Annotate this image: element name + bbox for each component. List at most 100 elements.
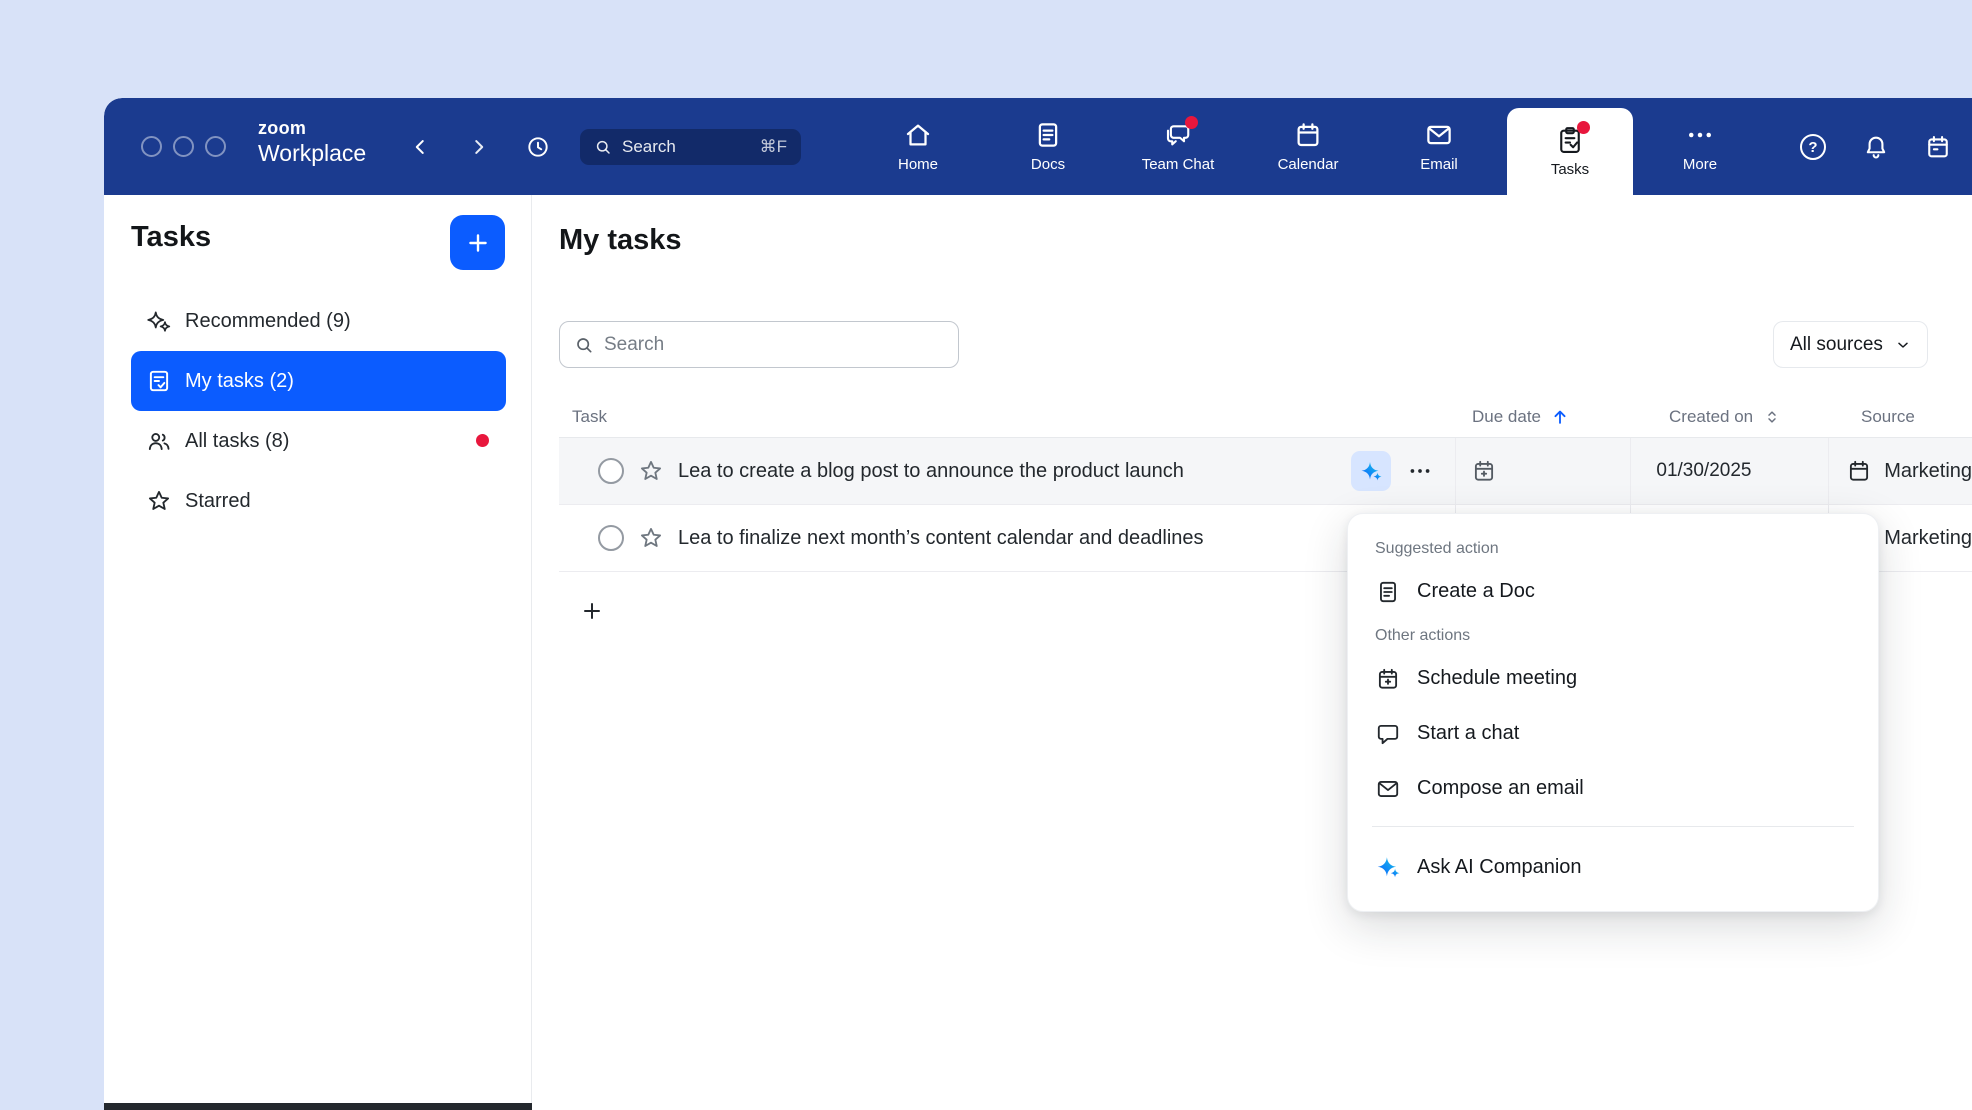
- popup-item-label: Ask AI Companion: [1417, 856, 1582, 879]
- nav-team-chat[interactable]: Team Chat: [1123, 98, 1233, 195]
- zoom-workplace-window: zoom Workplace Search ⌘F: [104, 98, 1972, 1110]
- nav-tasks-active[interactable]: Tasks: [1507, 108, 1633, 195]
- star-task-button[interactable]: [638, 458, 664, 484]
- sidebar-item-label: Starred: [185, 490, 251, 513]
- nav-label: Email: [1420, 156, 1458, 173]
- forward-button[interactable]: [463, 131, 495, 163]
- tasks-notification-dot: [1577, 121, 1590, 134]
- popup-item-schedule-meeting[interactable]: Schedule meeting: [1348, 651, 1878, 706]
- sidebar-item-all-tasks[interactable]: All tasks (8): [131, 411, 506, 471]
- envelope-icon: [1375, 776, 1401, 802]
- nav-label: Calendar: [1278, 156, 1339, 173]
- nav-calendar[interactable]: Calendar: [1253, 98, 1363, 195]
- team-chat-notification-dot: [1185, 116, 1198, 129]
- ai-sparkle-icon: [1375, 854, 1401, 880]
- nav-docs[interactable]: Docs: [993, 98, 1103, 195]
- sidebar-item-recommended[interactable]: Recommended (9): [131, 291, 506, 351]
- sidebar-item-label: My tasks (2): [185, 370, 294, 393]
- tasks-search-input[interactable]: [604, 334, 944, 356]
- plus-icon: [465, 230, 491, 256]
- doc-icon: [1375, 579, 1401, 605]
- nav-label: Home: [898, 156, 938, 173]
- task-row[interactable]: Lea to create a blog post to announce th…: [559, 438, 1972, 505]
- chevron-left-icon: [409, 136, 431, 158]
- add-task-inline-button[interactable]: [577, 596, 607, 626]
- column-header-due-date[interactable]: Due date: [1467, 407, 1644, 427]
- desktop-background: zoom Workplace Search ⌘F: [0, 0, 1972, 1110]
- nav-more[interactable]: More: [1645, 98, 1755, 195]
- window-control-circle[interactable]: [141, 136, 162, 157]
- window-control-circle[interactable]: [205, 136, 226, 157]
- star-icon: [146, 488, 172, 514]
- popup-item-label: Compose an email: [1417, 777, 1584, 800]
- sidebar-list: Recommended (9) My tasks (2) All tasks (…: [131, 291, 506, 531]
- task-title: Lea to create a blog post to announce th…: [678, 460, 1184, 483]
- source-value: Marketing: [1884, 460, 1972, 483]
- calendar-icon: [1293, 120, 1323, 150]
- new-task-button[interactable]: [450, 215, 505, 270]
- created-on-cell: 01/30/2025: [1631, 438, 1829, 504]
- tasks-icon: [1555, 125, 1585, 155]
- sidebar-bottom-edge: [104, 1103, 532, 1110]
- nav-label: More: [1683, 156, 1717, 173]
- logo-zoom-text: zoom: [258, 119, 366, 139]
- task-complete-checkbox[interactable]: [598, 458, 624, 484]
- nav-home[interactable]: Home: [863, 98, 973, 195]
- popup-item-compose-email[interactable]: Compose an email: [1348, 761, 1878, 816]
- chevron-down-icon: [1895, 337, 1911, 353]
- search-icon: [574, 335, 594, 355]
- all-tasks-notification-dot: [476, 434, 489, 447]
- calendar-plus-icon: [1471, 458, 1497, 484]
- notifications-button[interactable]: [1861, 132, 1891, 162]
- table-header-row: Task Due date Created on Source: [559, 396, 1972, 438]
- nav-email[interactable]: Email: [1384, 98, 1494, 195]
- calendar-plus-icon: [1375, 666, 1401, 692]
- sidebar-item-label: Recommended (9): [185, 310, 351, 333]
- sort-toggle-icon: [1763, 408, 1781, 426]
- ai-companion-actions-button[interactable]: [1351, 451, 1391, 491]
- history-clock-icon: [525, 134, 551, 160]
- task-cell: Lea to finalize next month’s content cal…: [559, 505, 1456, 571]
- docs-icon: [1033, 120, 1063, 150]
- page-title: My tasks: [559, 224, 682, 257]
- star-task-button[interactable]: [638, 525, 664, 551]
- sources-filter-dropdown[interactable]: All sources: [1773, 321, 1928, 368]
- plus-icon: [580, 599, 604, 623]
- column-header-task: Task: [559, 407, 1467, 427]
- sidebar-item-starred[interactable]: Starred: [131, 471, 506, 531]
- sort-ascending-arrow-icon: [1550, 407, 1570, 427]
- column-header-source: Source: [1844, 407, 1972, 427]
- chevron-right-icon: [468, 136, 490, 158]
- nav-label: Tasks: [1551, 161, 1589, 178]
- bell-icon: [1862, 133, 1890, 161]
- history-button[interactable]: [522, 131, 554, 163]
- calendar-panel-button[interactable]: [1923, 132, 1953, 162]
- sidebar-item-my-tasks[interactable]: My tasks (2): [131, 351, 506, 411]
- team-chat-icon: [1163, 120, 1193, 150]
- search-shortcut-hint: ⌘F: [760, 137, 787, 157]
- ellipsis-icon: [1407, 458, 1433, 484]
- popup-item-create-doc[interactable]: Create a Doc: [1348, 564, 1878, 619]
- column-header-created-on[interactable]: Created on: [1644, 407, 1844, 427]
- ai-actions-popup: Suggested action Create a Doc Other acti…: [1347, 513, 1879, 912]
- add-due-date-button[interactable]: [1469, 456, 1499, 486]
- task-complete-checkbox[interactable]: [598, 525, 624, 551]
- chat-bubble-icon: [1375, 721, 1401, 747]
- tasks-search-field[interactable]: [559, 321, 959, 368]
- calendar-panel-icon: [1924, 133, 1952, 161]
- created-on-value: 01/30/2025: [1656, 460, 1751, 482]
- global-search-placeholder: Search: [622, 137, 676, 157]
- popup-item-ask-ai-companion[interactable]: Ask AI Companion: [1348, 837, 1878, 897]
- window-control-circle[interactable]: [173, 136, 194, 157]
- row-more-button[interactable]: [1405, 456, 1435, 486]
- global-search[interactable]: Search ⌘F: [580, 129, 801, 165]
- search-icon: [594, 138, 612, 156]
- help-button[interactable]: ?: [1798, 132, 1828, 162]
- back-button[interactable]: [404, 131, 436, 163]
- task-cell: Lea to create a blog post to announce th…: [559, 438, 1456, 504]
- my-tasks-icon: [146, 368, 172, 394]
- popup-item-label: Schedule meeting: [1417, 667, 1577, 690]
- popup-item-start-chat[interactable]: Start a chat: [1348, 706, 1878, 761]
- popup-item-label: Start a chat: [1417, 722, 1519, 745]
- popup-divider: [1372, 826, 1854, 827]
